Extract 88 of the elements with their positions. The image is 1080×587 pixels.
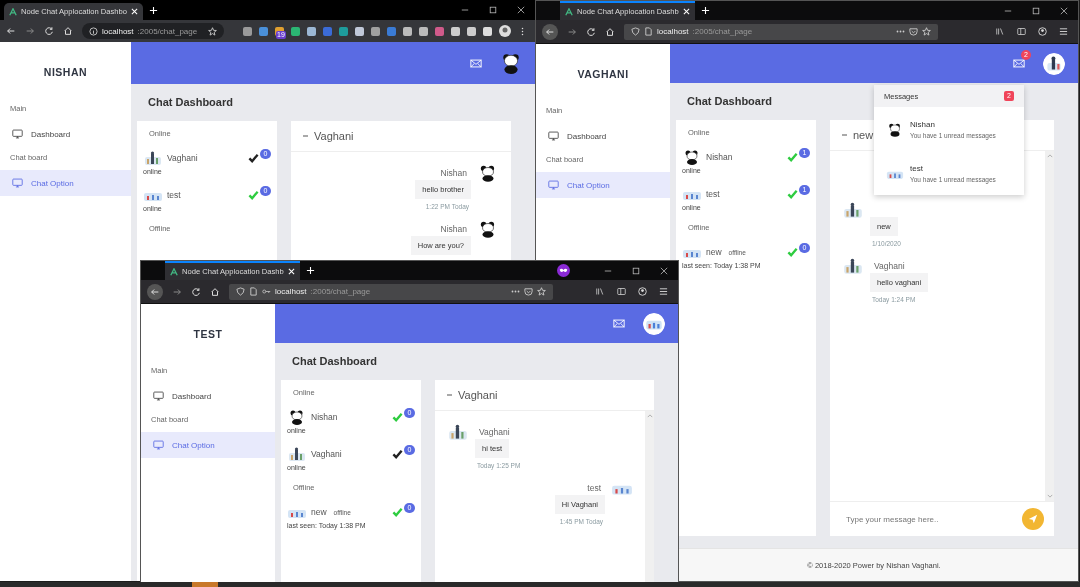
- key-icon: [262, 287, 271, 296]
- home-icon[interactable]: [210, 286, 220, 297]
- address-field[interactable]: localhost :2005/chat_page: [82, 23, 224, 39]
- menu-icon[interactable]: [659, 287, 668, 296]
- sender-name[interactable]: Nishan: [910, 119, 996, 129]
- forward-icon[interactable]: [172, 286, 182, 297]
- reload-icon[interactable]: [191, 286, 201, 297]
- info-icon: [89, 26, 98, 36]
- new-tab-icon[interactable]: [148, 5, 158, 15]
- sidebar-icon[interactable]: [1017, 27, 1026, 36]
- chat-title: Vaghani: [458, 389, 498, 401]
- page-icon: [249, 287, 258, 296]
- chat-title: Vaghani: [314, 130, 354, 142]
- shield-icon: [236, 287, 245, 296]
- contact-name[interactable]: Nishan: [311, 412, 338, 422]
- nav-item[interactable]: Chat Option: [536, 172, 670, 198]
- monitor-icon: [12, 178, 23, 188]
- user-name: TEST: [192, 328, 224, 340]
- address-field[interactable]: localhost :2005/chat_page: [624, 23, 938, 40]
- app-icon: [9, 7, 17, 16]
- page-title: Chat Dashboard: [687, 95, 772, 109]
- back-icon[interactable]: [542, 23, 558, 40]
- message-input[interactable]: Type your message here..: [844, 513, 1022, 525]
- app-icon: [170, 267, 178, 276]
- nav-item[interactable]: Dashboard: [536, 123, 670, 149]
- nav-item[interactable]: Dashboard: [141, 383, 275, 409]
- account-icon[interactable]: [1038, 27, 1047, 36]
- sidebar-icon[interactable]: [617, 287, 626, 296]
- user-name: VAGHANI: [576, 68, 630, 80]
- nav-item[interactable]: Dashboard: [0, 121, 131, 147]
- maximize-icon[interactable]: [632, 266, 640, 275]
- forward-icon[interactable]: [567, 26, 577, 37]
- page-title: Chat Dashboard: [148, 96, 233, 110]
- app-icon: [565, 7, 573, 16]
- mail-icon[interactable]: [1013, 59, 1025, 68]
- user-name: NISHAN: [42, 66, 89, 78]
- home-icon[interactable]: [63, 26, 73, 36]
- mail-icon[interactable]: [470, 58, 482, 68]
- send-icon: [1028, 514, 1038, 524]
- sender-name[interactable]: test: [910, 163, 996, 173]
- reload-icon[interactable]: [44, 26, 54, 36]
- mail-icon[interactable]: [613, 319, 625, 328]
- maximize-icon[interactable]: [489, 6, 497, 14]
- library-icon[interactable]: [996, 27, 1005, 36]
- new-tab-icon[interactable]: [305, 266, 315, 275]
- monitor-icon: [153, 391, 164, 401]
- monitor-icon: [12, 129, 23, 139]
- sender-name: Nishan: [440, 168, 467, 178]
- menu-icon[interactable]: [1059, 27, 1068, 36]
- scrollbar[interactable]: [645, 411, 654, 584]
- contact-name[interactable]: new: [706, 247, 722, 257]
- pocket-icon[interactable]: [524, 287, 533, 296]
- sender-name: Nishan: [440, 224, 467, 234]
- contact-name[interactable]: Nishan: [706, 152, 733, 162]
- back-icon[interactable]: [6, 26, 16, 36]
- monitor-icon: [548, 131, 559, 141]
- pocket-icon[interactable]: [909, 27, 918, 36]
- monitor-icon: [153, 440, 164, 450]
- monitor-icon: [548, 180, 559, 190]
- page-title: Chat Dashboard: [292, 355, 377, 369]
- reload-icon[interactable]: [586, 26, 596, 37]
- star-icon[interactable]: [922, 27, 931, 36]
- contact-name[interactable]: test: [167, 190, 181, 200]
- close-icon[interactable]: [660, 266, 668, 275]
- maximize-icon[interactable]: [1032, 6, 1040, 15]
- home-icon[interactable]: [605, 26, 615, 37]
- library-icon[interactable]: [596, 287, 605, 296]
- contact-name[interactable]: new: [311, 507, 327, 517]
- nav-item[interactable]: Chat Option: [141, 432, 275, 458]
- star-icon[interactable]: [537, 287, 546, 296]
- nav-item[interactable]: Chat Option: [0, 170, 131, 196]
- sender-name: Vaghani: [479, 427, 510, 437]
- star-icon[interactable]: [208, 26, 217, 36]
- page-icon: [644, 27, 653, 36]
- shield-icon: [631, 27, 640, 36]
- profile-avatar[interactable]: [499, 25, 511, 37]
- contact-name[interactable]: test: [706, 189, 720, 199]
- back-icon[interactable]: [147, 283, 163, 300]
- sender-name: test: [587, 483, 601, 493]
- close-icon[interactable]: [1060, 6, 1068, 15]
- contact-name[interactable]: Vaghani: [167, 153, 198, 163]
- chat-title: new: [853, 129, 874, 141]
- new-tab-icon[interactable]: [700, 6, 710, 15]
- contact-name[interactable]: Vaghani: [311, 449, 342, 459]
- close-icon[interactable]: [517, 6, 525, 14]
- sender-name: Vaghani: [874, 261, 905, 271]
- account-icon[interactable]: [638, 287, 647, 296]
- address-field[interactable]: localhost :2005/chat_page: [229, 283, 553, 300]
